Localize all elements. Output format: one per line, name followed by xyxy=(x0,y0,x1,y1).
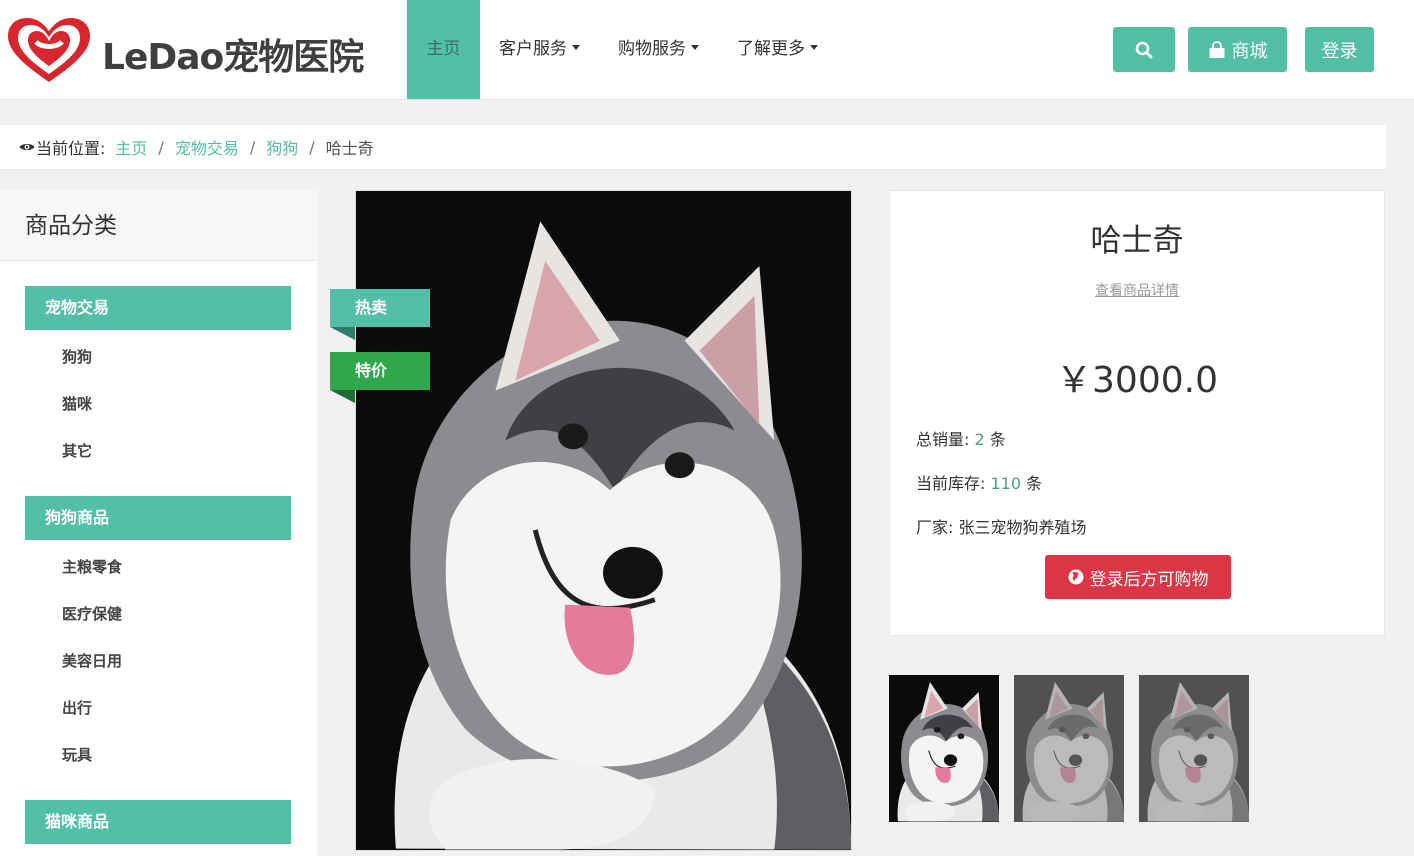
ribbon-fold xyxy=(330,390,355,403)
husky-thumbnail-image xyxy=(889,675,999,822)
category-cat-goods[interactable]: 猫咪商品 xyxy=(25,800,291,844)
category-dog-goods[interactable]: 狗狗商品 xyxy=(25,496,291,540)
maker-info: 厂家: 张三宠物狗养殖场 xyxy=(916,514,1087,538)
category-pet-trade[interactable]: 宠物交易 xyxy=(25,286,291,330)
sidebar-item-travel[interactable]: 出行 xyxy=(62,697,92,718)
sidebar-item-toys[interactable]: 玩具 xyxy=(62,744,92,765)
breadcrumb-link-home[interactable]: 主页 xyxy=(115,135,147,159)
search-icon xyxy=(1135,41,1153,58)
stock-info: 当前库存: 110 条 xyxy=(916,470,1042,494)
thumbnail-dim-overlay xyxy=(1139,675,1249,822)
maker-value: 张三宠物狗养殖场 xyxy=(958,518,1087,537)
thumbnail-1[interactable] xyxy=(889,675,999,822)
breadcrumb-link-pet-trade[interactable]: 宠物交易 xyxy=(175,135,239,159)
breadcrumb: 当前位置: 主页 / 宠物交易 / 狗狗 / 哈士奇 xyxy=(0,125,1386,170)
sales-unit: 条 xyxy=(989,430,1006,449)
special-offer-badge: 特价 xyxy=(330,352,430,390)
maker-label: 厂家: xyxy=(916,518,954,537)
nav-item-home[interactable]: 主页 xyxy=(407,0,480,99)
product-info-panel: 哈士奇 查看商品详情 ￥3000.0 总销量: 2 条 当前库存: 110 条 … xyxy=(889,190,1385,636)
brand-logo[interactable]: LeDao宠物医院 xyxy=(6,16,386,84)
login-to-buy-button[interactable]: 登录后方可购物 xyxy=(1045,555,1231,599)
login-button[interactable]: 登录 xyxy=(1305,27,1374,72)
sidebar-item-healthcare[interactable]: 医疗保健 xyxy=(62,603,122,624)
category-sidebar: 商品分类 宠物交易 狗狗 猫咪 其它 狗狗商品 主粮零食 医疗保健 美容日用 出… xyxy=(0,190,317,856)
top-navbar: LeDao宠物医院 主页 客户服务 购物服务 了解更多 商城 登录 xyxy=(0,0,1414,100)
breadcrumb-separator: / xyxy=(249,137,256,157)
husky-photo xyxy=(356,191,851,850)
shopping-bag-icon xyxy=(1209,40,1224,58)
sales-label: 总销量: xyxy=(916,430,970,449)
caret-down-icon xyxy=(572,44,580,50)
heart-logo-icon xyxy=(8,18,90,82)
caret-down-icon xyxy=(691,44,699,50)
buy-label: 登录后方可购物 xyxy=(1089,569,1209,590)
thumbnail-dim-overlay xyxy=(1014,675,1124,822)
sidebar-item-dogs[interactable]: 狗狗 xyxy=(62,346,92,367)
sidebar-item-others[interactable]: 其它 xyxy=(62,440,92,461)
breadcrumb-prefix: 当前位置: xyxy=(36,139,106,158)
breadcrumb-current: 哈士奇 xyxy=(325,139,374,158)
nav-item-learn-more[interactable]: 了解更多 xyxy=(718,0,837,99)
nav-item-label: 购物服务 xyxy=(618,39,686,59)
thumbnail-2[interactable] xyxy=(1014,675,1124,822)
search-button[interactable] xyxy=(1113,27,1175,72)
sales-info: 总销量: 2 条 xyxy=(916,426,1006,450)
sidebar-title: 商品分类 xyxy=(0,190,317,261)
ribbon-fold xyxy=(330,327,355,340)
globe-icon xyxy=(1068,569,1083,585)
mall-label: 商城 xyxy=(1231,40,1268,62)
nav-item-shopping-service[interactable]: 购物服务 xyxy=(599,0,718,99)
stock-unit: 条 xyxy=(1026,474,1043,493)
stock-value: 110 xyxy=(990,474,1022,493)
logo-text: LeDao宠物医院 xyxy=(102,37,364,78)
sidebar-item-food-snacks[interactable]: 主粮零食 xyxy=(62,556,122,577)
sales-value: 2 xyxy=(974,430,985,449)
thumbnail-3[interactable] xyxy=(1139,675,1249,822)
sidebar-item-cats[interactable]: 猫咪 xyxy=(62,393,92,414)
product-price: ￥3000.0 xyxy=(1056,360,1218,401)
product-title: 哈士奇 xyxy=(1090,223,1184,259)
nav-item-label: 主页 xyxy=(426,39,461,59)
breadcrumb-link-dogs[interactable]: 狗狗 xyxy=(266,135,298,159)
breadcrumb-separator: / xyxy=(309,137,315,157)
sidebar-item-grooming[interactable]: 美容日用 xyxy=(62,650,122,671)
main-nav: 主页 客户服务 购物服务 了解更多 xyxy=(407,0,837,99)
mall-button[interactable]: 商城 xyxy=(1188,27,1287,72)
breadcrumb-separator: / xyxy=(158,137,164,157)
stock-label: 当前库存: xyxy=(916,474,986,493)
view-details-link[interactable]: 查看商品详情 xyxy=(890,280,1384,300)
nav-item-label: 客户服务 xyxy=(499,39,567,59)
nav-item-label: 了解更多 xyxy=(737,39,805,59)
eye-icon xyxy=(19,144,35,150)
login-label: 登录 xyxy=(1321,40,1358,62)
hot-sale-badge: 热卖 xyxy=(330,289,430,327)
nav-item-customer-service[interactable]: 客户服务 xyxy=(480,0,599,99)
caret-down-icon xyxy=(810,44,818,50)
